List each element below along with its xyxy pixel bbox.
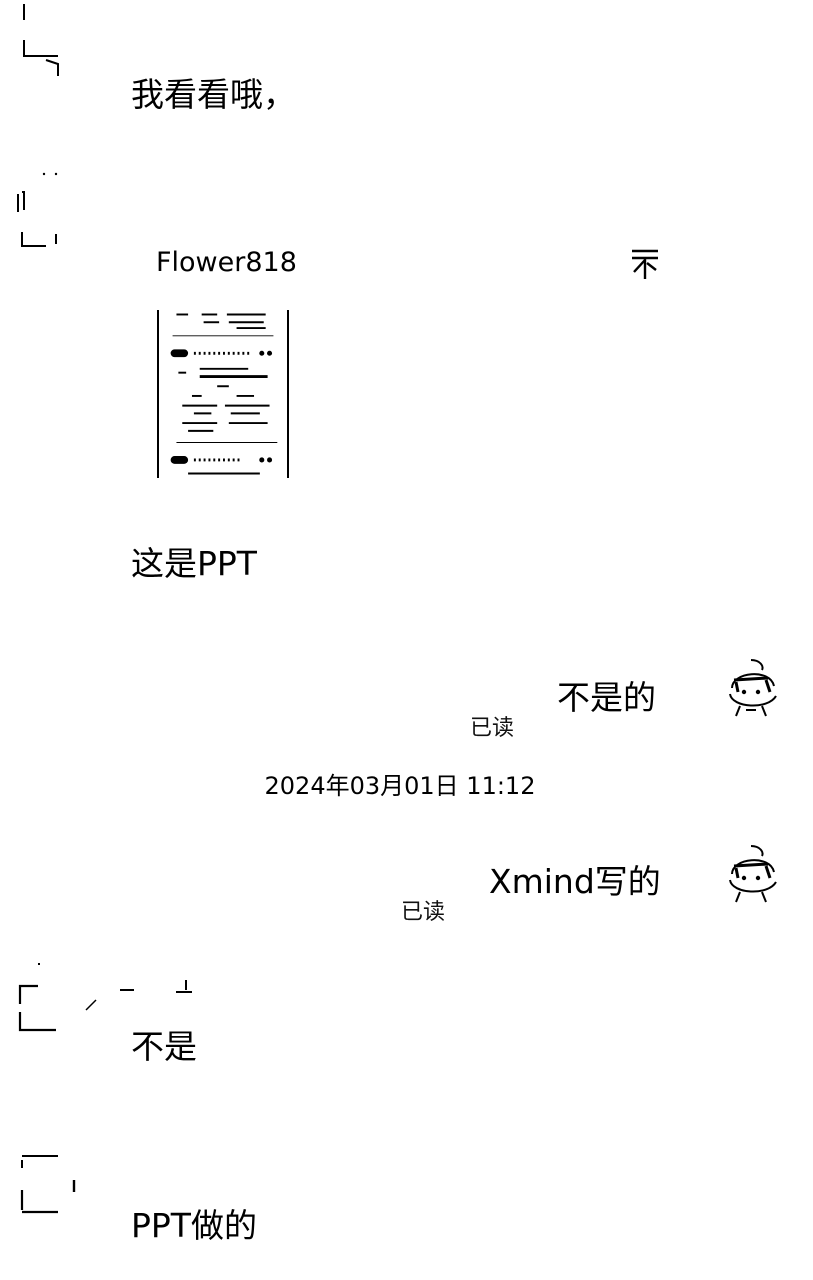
shared-card-sender[interactable]: Flower818 bbox=[156, 246, 297, 280]
pin-top-icon[interactable] bbox=[630, 248, 660, 280]
cartoon-avatar-icon[interactable] bbox=[722, 844, 780, 906]
contact-avatar[interactable] bbox=[18, 1150, 78, 1230]
message-text[interactable]: PPT做的 bbox=[131, 1206, 257, 1246]
cartoon-avatar-icon[interactable] bbox=[722, 658, 780, 720]
message-text[interactable]: 不是 bbox=[131, 1027, 197, 1067]
document-thumbnail[interactable] bbox=[157, 310, 289, 478]
contact-avatar[interactable] bbox=[18, 2, 78, 82]
contact-avatar[interactable] bbox=[10, 168, 70, 248]
message-timestamp: 2024年03月01日 11:12 bbox=[264, 772, 536, 800]
read-receipt: 已读 bbox=[401, 900, 446, 925]
message-text[interactable]: 我看看哦， bbox=[131, 75, 296, 115]
message-text[interactable]: 不是的 bbox=[557, 678, 656, 718]
read-receipt: 已读 bbox=[470, 716, 515, 741]
message-text[interactable]: Xmind写的 bbox=[489, 862, 661, 902]
message-text[interactable]: 这是PPT bbox=[131, 544, 257, 584]
